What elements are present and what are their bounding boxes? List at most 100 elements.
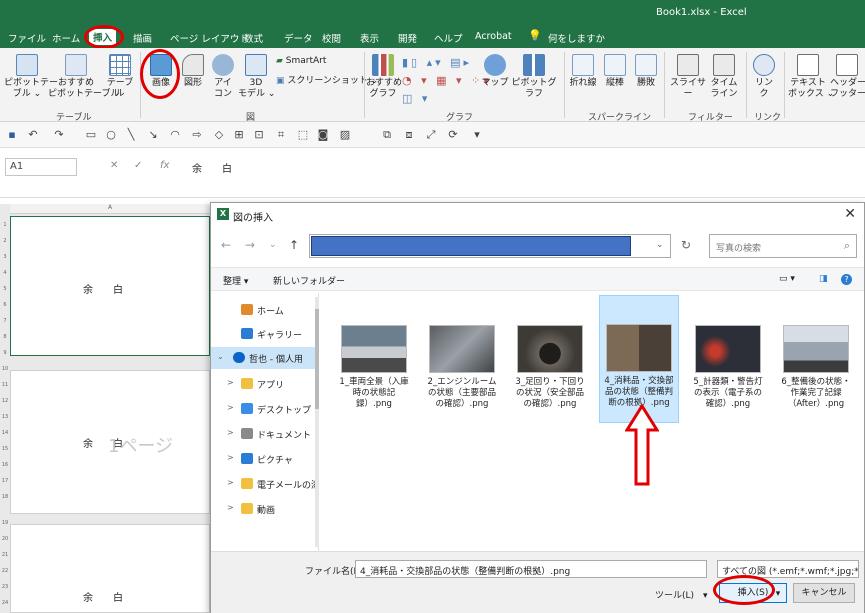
nav-chevron[interactable]: >: [227, 378, 234, 387]
check-icon[interactable]: ✓: [134, 160, 142, 171]
redo-icon[interactable]: ↷: [52, 128, 66, 142]
row-number[interactable]: 6: [0, 302, 10, 308]
recommended-pivot-button[interactable]: おすすめ ピボットテーブル: [48, 54, 119, 100]
row-number[interactable]: 19: [0, 520, 10, 526]
file-item[interactable]: 3_足回り・下回りの状況（安全部品の確認）.png: [511, 297, 589, 423]
cancel-button[interactable]: キャンセル: [793, 583, 855, 603]
link-button[interactable]: リン ク: [750, 54, 778, 100]
row-number[interactable]: 23: [0, 584, 10, 590]
timeline-button[interactable]: タイム ライン: [708, 54, 740, 100]
up-folder-icon[interactable]: ↑: [289, 238, 299, 252]
nav-item-gallery[interactable]: ギャラリー: [211, 323, 315, 345]
file-item[interactable]: 5_計器類・警告灯の表示（電子系の確認）.png: [689, 297, 767, 423]
pivot-table-button[interactable]: ピボットテー ブル ⌄: [4, 54, 58, 100]
row-number[interactable]: 21: [0, 552, 10, 558]
rectangle-icon[interactable]: ▭: [84, 128, 98, 142]
row-number[interactable]: 18: [0, 494, 10, 500]
tab-help[interactable]: ヘルプ: [434, 31, 463, 45]
chart-type-icons[interactable]: ▮▯ ▴▾ ▤▸: [402, 56, 472, 69]
crop-icon[interactable]: ⌗: [274, 128, 288, 142]
view-options-icon[interactable]: ▭ ▾: [779, 274, 795, 284]
nav-item-email-attachments[interactable]: > 電子メールの添付: [211, 473, 315, 495]
filename-input[interactable]: 4_消耗品・交換部品の状態（整備判断の根拠）.png: [355, 560, 707, 578]
row-number[interactable]: 3: [0, 254, 10, 260]
page-3[interactable]: 余 白: [10, 524, 210, 613]
undo-icon[interactable]: ↶: [26, 128, 40, 142]
preview-pane-icon[interactable]: ◨: [819, 274, 828, 284]
row-number[interactable]: 10: [0, 366, 10, 372]
row-number[interactable]: 12: [0, 398, 10, 404]
address-dropdown-icon[interactable]: ⌄: [656, 240, 664, 250]
row-number[interactable]: 20: [0, 536, 10, 542]
help-icon[interactable]: ?: [841, 274, 852, 285]
file-item[interactable]: 1_車両全景（入庫時の状態記録）.png: [335, 297, 413, 423]
send-back-icon[interactable]: ⧈: [402, 128, 416, 142]
nav-item-documents[interactable]: > ドキュメント: [211, 423, 315, 445]
row-number[interactable]: 11: [0, 382, 10, 388]
nav-chevron[interactable]: >: [227, 503, 234, 512]
row-number[interactable]: 15: [0, 446, 10, 452]
textbox-button[interactable]: テキスト ボックス ⌄: [788, 54, 834, 100]
shape-icon[interactable]: ◇: [212, 128, 226, 142]
icons-button[interactable]: アイ コン: [208, 54, 238, 100]
row-number[interactable]: 17: [0, 478, 10, 484]
qat-more-icon[interactable]: ▾: [470, 128, 484, 142]
select-icon[interactable]: ⬚: [296, 128, 310, 142]
recommended-charts-button[interactable]: おすすめ グラフ: [366, 54, 402, 100]
header-footer-button[interactable]: ヘッダーと フッター: [830, 54, 865, 100]
recent-dropdown-icon[interactable]: ⌄: [269, 240, 277, 250]
image-button[interactable]: 画像: [146, 54, 176, 89]
nav-chevron[interactable]: >: [227, 478, 234, 487]
nav-item-pictures[interactable]: > ピクチャ: [211, 448, 315, 470]
chart-type-icons-row2[interactable]: ◔ ▾ ▦ ▾ ⁘▾: [402, 74, 492, 87]
cancel-icon[interactable]: ✕: [110, 160, 118, 171]
maps-button[interactable]: マップ: [480, 54, 510, 89]
freeform-icon[interactable]: ◠: [168, 128, 182, 142]
sparkline-winloss-button[interactable]: 勝敗: [632, 54, 660, 89]
row-number[interactable]: 22: [0, 568, 10, 574]
nav-item-onedrive[interactable]: ⌄ 哲也 - 個人用: [211, 347, 315, 369]
file-type-filter[interactable]: すべての図 (*.emf;*.wmf;*.jpg;*.jp: [717, 560, 859, 578]
row-number[interactable]: 14: [0, 430, 10, 436]
group-icon[interactable]: ⊞: [232, 128, 246, 142]
oval-icon[interactable]: ○: [104, 128, 118, 142]
camera-icon[interactable]: ◙: [316, 128, 330, 142]
screenshot-button[interactable]: ▣ スクリーンショット ⌄: [276, 73, 378, 86]
row-number[interactable]: 4: [0, 270, 10, 276]
3d-models-button[interactable]: 3D モデル ⌄: [238, 54, 275, 100]
new-folder-button[interactable]: 新しいフォルダー: [273, 274, 345, 287]
bring-front-icon[interactable]: ⧉: [380, 128, 394, 142]
tab-acrobat[interactable]: Acrobat: [475, 31, 512, 42]
row-number[interactable]: 1: [0, 222, 10, 228]
row-number[interactable]: 9: [0, 350, 10, 356]
nav-scrollbar-thumb[interactable]: [315, 309, 319, 409]
sparkline-line-button[interactable]: 折れ線: [568, 54, 598, 89]
file-item[interactable]: 6_整備後の状態・作業完了記録（After）.png: [777, 297, 855, 423]
nav-item-apps[interactable]: > アプリ: [211, 373, 315, 395]
tab-insert[interactable]: 挿入: [89, 29, 117, 45]
row-number[interactable]: 5: [0, 286, 10, 292]
tab-formulas[interactable]: 数式: [244, 31, 263, 45]
refresh-icon[interactable]: ↻: [681, 238, 691, 252]
back-icon[interactable]: ←: [221, 238, 231, 252]
page-1[interactable]: 余 白: [10, 216, 210, 356]
pivot-chart-button[interactable]: ピボットグラフ: [510, 54, 558, 100]
arrow-shape-icon[interactable]: ⇨: [190, 128, 204, 142]
row-number[interactable]: 2: [0, 238, 10, 244]
formula-input[interactable]: 余 白: [192, 160, 232, 175]
picture-small-icon[interactable]: ▨: [338, 128, 352, 142]
line-icon[interactable]: ╲: [124, 128, 138, 142]
fx-icon[interactable]: fx: [160, 160, 169, 171]
nav-item-desktop[interactable]: > デスクトップ: [211, 398, 315, 420]
tools-dropdown[interactable]: ツール(L) ▾: [655, 588, 708, 601]
tab-review[interactable]: 校閲: [322, 31, 341, 45]
forward-icon[interactable]: →: [245, 238, 255, 252]
row-number[interactable]: 24: [0, 600, 10, 606]
row-number[interactable]: 16: [0, 462, 10, 468]
save-icon[interactable]: ▪: [5, 128, 19, 142]
file-item[interactable]: 2_エンジンルームの状態（主要部品の確認）.png: [423, 297, 501, 423]
insert-dropdown-icon[interactable]: ▾: [771, 585, 785, 605]
tab-developer[interactable]: 開発: [398, 31, 417, 45]
shapes-button[interactable]: 図形: [178, 54, 208, 89]
nav-chevron[interactable]: >: [227, 428, 234, 437]
